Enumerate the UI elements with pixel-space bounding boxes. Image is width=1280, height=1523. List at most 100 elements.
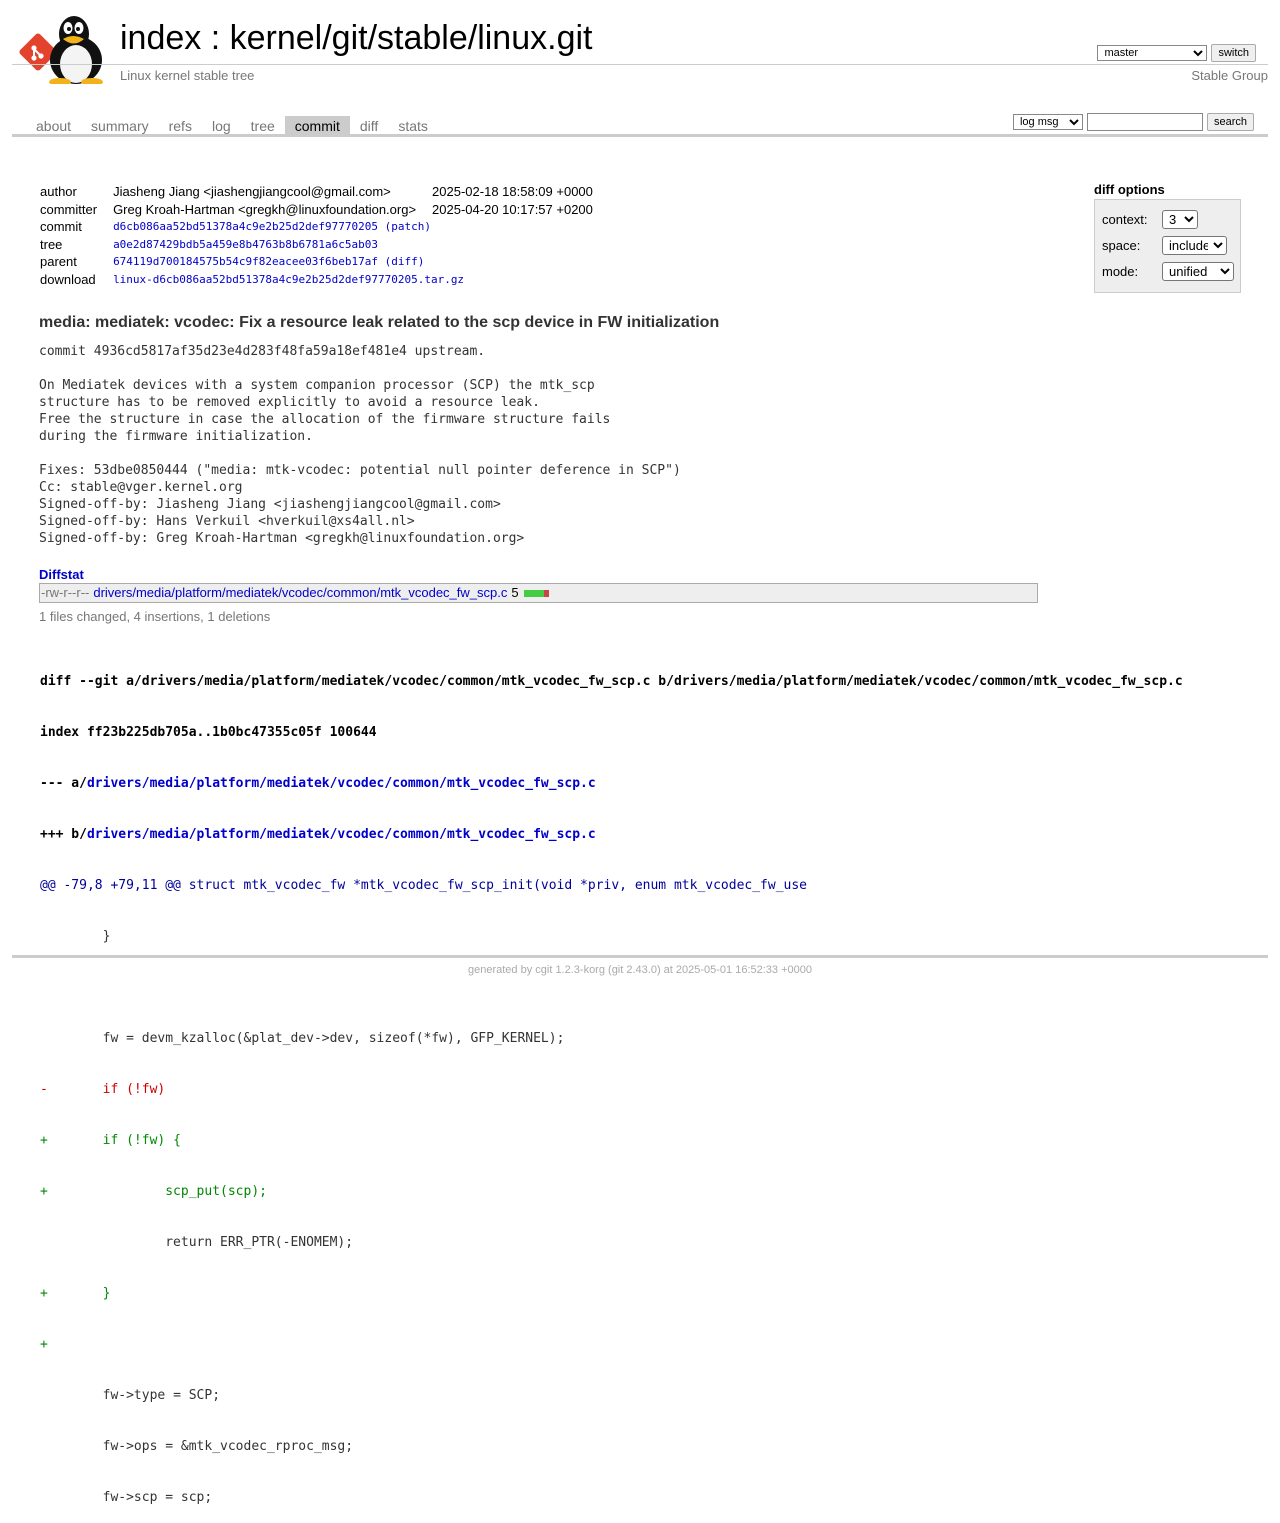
diff-line: fw = devm_kzalloc(&plat_dev->dev, sizeof… (40, 1031, 565, 1046)
cgit-link[interactable]: cgit 1.2.3-korg (535, 964, 605, 976)
search-form: log msg search (1012, 113, 1254, 131)
search-mode-select[interactable]: log msg (1012, 114, 1083, 130)
diff-line: fw->ops = &mtk_vcodec_rproc_msg; (40, 1439, 354, 1454)
parent-diff-link[interactable]: diff (391, 255, 418, 268)
tab-diff[interactable]: diff (350, 116, 388, 136)
download-cell: linux-d6cb086aa52bd51378a4c9e2b25d2def97… (111, 271, 607, 289)
author-row: author Jiasheng Jiang <jiashengjiangcool… (38, 183, 607, 201)
tab-about[interactable]: about (26, 116, 81, 136)
diff-plus-file-link[interactable]: drivers/media/platform/mediatek/vcodec/c… (87, 827, 596, 842)
diffstat-deletions-bar (543, 589, 549, 597)
tab-list: about summary refs log tree commit diff … (26, 116, 438, 136)
commit-info-table: author Jiasheng Jiang <jiashengjiangcool… (38, 183, 607, 288)
diff-git-line: diff --git a/drivers/media/platform/medi… (40, 674, 1183, 689)
diff-plus-line: +++ b/drivers/media/platform/mediatek/vc… (40, 826, 1183, 843)
patch-link[interactable]: patch (391, 220, 424, 233)
diff-options-title: diff options (1094, 182, 1165, 197)
download-link[interactable]: linux-d6cb086aa52bd51378a4c9e2b25d2def97… (113, 273, 464, 286)
search-input[interactable] (1086, 113, 1203, 131)
tab-tree[interactable]: tree (241, 116, 285, 136)
repo-description: Linux kernel stable tree (120, 68, 255, 83)
tab-stats[interactable]: stats (388, 116, 438, 136)
context-row: context: 3 (1102, 210, 1198, 229)
index-link[interactable]: index (120, 19, 201, 57)
space-select[interactable]: include (1162, 236, 1227, 255)
diff-index-line: index ff23b225db705a..1b0bc47355c05f 100… (40, 725, 377, 740)
page-title: index : kernel/git/stable/linux.git (120, 16, 593, 60)
git-tux-logo-icon (19, 16, 103, 86)
tree-hash-cell: a0e2d87429bdb5a459e8b4763b8b6781a6c5ab03 (111, 236, 607, 254)
tree-row: tree a0e2d87429bdb5a459e8b4763b8b6781a6c… (38, 236, 607, 254)
tab-log[interactable]: log (202, 116, 241, 136)
repo-owner: Stable Group (1191, 68, 1268, 83)
diff-line: + (40, 1337, 48, 1352)
footer-timestamp: at 2025-05-01 16:52:33 +0000 (660, 964, 812, 976)
committer-value: Greg Kroah-Hartman <gregkh@linuxfoundati… (113, 201, 417, 217)
diffstat-file-link[interactable]: drivers/media/platform/mediatek/vcodec/c… (93, 585, 507, 601)
tab-refs[interactable]: refs (159, 116, 202, 136)
diff-line: } (40, 929, 111, 944)
diffstat-summary: 1 files changed, 4 insertions, 1 deletio… (39, 609, 271, 624)
footer-prefix: generated by (467, 964, 536, 976)
diff-line: + if (!fw) { (40, 1133, 181, 1148)
parent-label: parent (40, 254, 77, 270)
diff-hunk-header: @@ -79,8 +79,11 @@ struct mtk_vcodec_fw … (40, 878, 808, 893)
diffstat-table: -rw-r--r-- drivers/media/platform/mediat… (39, 583, 1038, 603)
commit-row: commit d6cb086aa52bd51378a4c9e2b25d2def9… (38, 218, 607, 236)
committer-row: committer Greg Kroah-Hartman <gregkh@lin… (38, 201, 607, 219)
title-separator: : (201, 19, 230, 57)
tab-commit[interactable]: commit (284, 116, 350, 136)
diff-minus-file-link[interactable]: drivers/media/platform/mediatek/vcodec/c… (87, 776, 596, 791)
commit-subject: media: mediatek: vcodec: Fix a resource … (39, 314, 720, 331)
diff-options-panel: diff options context: 3 space: include m… (1094, 182, 1241, 293)
committer-date: 2025-04-20 10:17:57 +0200 (432, 201, 593, 217)
commit-hash-link[interactable]: d6cb086aa52bd51378a4c9e2b25d2def97770205 (113, 220, 378, 233)
commit-hash-cell: d6cb086aa52bd51378a4c9e2b25d2def97770205… (113, 220, 431, 234)
diffstat-graph (523, 589, 549, 597)
tree-label: tree (40, 236, 63, 252)
file-mode: -rw-r--r-- (41, 585, 90, 600)
context-label: context: (1102, 212, 1148, 227)
context-select[interactable]: 3 (1162, 210, 1198, 229)
mode-row: mode: unified (1102, 262, 1234, 281)
diff-line: + scp_put(scp); (40, 1184, 267, 1199)
committer-label: committer (40, 201, 98, 217)
repo-link[interactable]: kernel/git/stable/linux.git (230, 19, 593, 57)
diff-minus-line: --- a/drivers/media/platform/mediatek/vc… (40, 775, 1183, 792)
tab-bar: about summary refs log tree commit diff … (12, 110, 1268, 137)
diff-line: + } (40, 1286, 111, 1301)
author-label: author (40, 184, 77, 200)
download-label: download (40, 271, 96, 287)
parent-hash-link[interactable]: 674119d700184575b54c9f82eacee03f6beb17af (113, 255, 378, 268)
diff-line: - if (!fw) (40, 1082, 166, 1097)
author-value: Jiasheng Jiang <jiashengjiangcool@gmail.… (113, 184, 391, 200)
branch-switch-form: master switch (1097, 44, 1256, 62)
mode-select[interactable]: unified (1162, 262, 1234, 281)
diffstat-insertions-bar (523, 589, 544, 597)
diff-line: fw->type = SCP; (40, 1388, 221, 1403)
footer-git-version: (git 2.43.0) (604, 964, 661, 976)
diffstat-row: -rw-r--r-- drivers/media/platform/mediat… (41, 585, 549, 601)
header: index : kernel/git/stable/linux.git mast… (12, 10, 1268, 90)
branch-select[interactable]: master (1097, 45, 1208, 61)
author-date: 2025-02-18 18:58:09 +0000 (432, 184, 593, 200)
download-row: download linux-d6cb086aa52bd51378a4c9e2b… (38, 271, 607, 289)
switch-button[interactable]: switch (1211, 44, 1256, 62)
tree-hash-link[interactable]: a0e2d87429bdb5a459e8b4763b8b6781a6c5ab03 (113, 238, 378, 251)
search-button[interactable]: search (1206, 113, 1254, 131)
diff-options-box: context: 3 space: include mode: unified (1094, 199, 1241, 293)
diff-plus-prefix: +++ b/ (40, 827, 87, 842)
tabs-divider (12, 134, 1268, 137)
cgit-logo[interactable] (16, 12, 112, 86)
header-divider (12, 64, 1268, 65)
footer: generated by cgit 1.2.3-korg (git 2.43.0… (0, 964, 1280, 976)
diff-view: diff --git a/drivers/media/platform/medi… (40, 639, 1183, 1523)
diffstat-header-link[interactable]: Diffstat (39, 567, 84, 582)
tab-summary[interactable]: summary (81, 116, 159, 136)
footer-divider (12, 955, 1268, 958)
space-label: space: (1102, 238, 1141, 253)
space-row: space: include (1102, 236, 1227, 255)
diffstat-count: 5 (511, 585, 519, 600)
mode-label: mode: (1102, 264, 1139, 279)
parent-row: parent 674119d700184575b54c9f82eacee03f6… (38, 253, 607, 271)
